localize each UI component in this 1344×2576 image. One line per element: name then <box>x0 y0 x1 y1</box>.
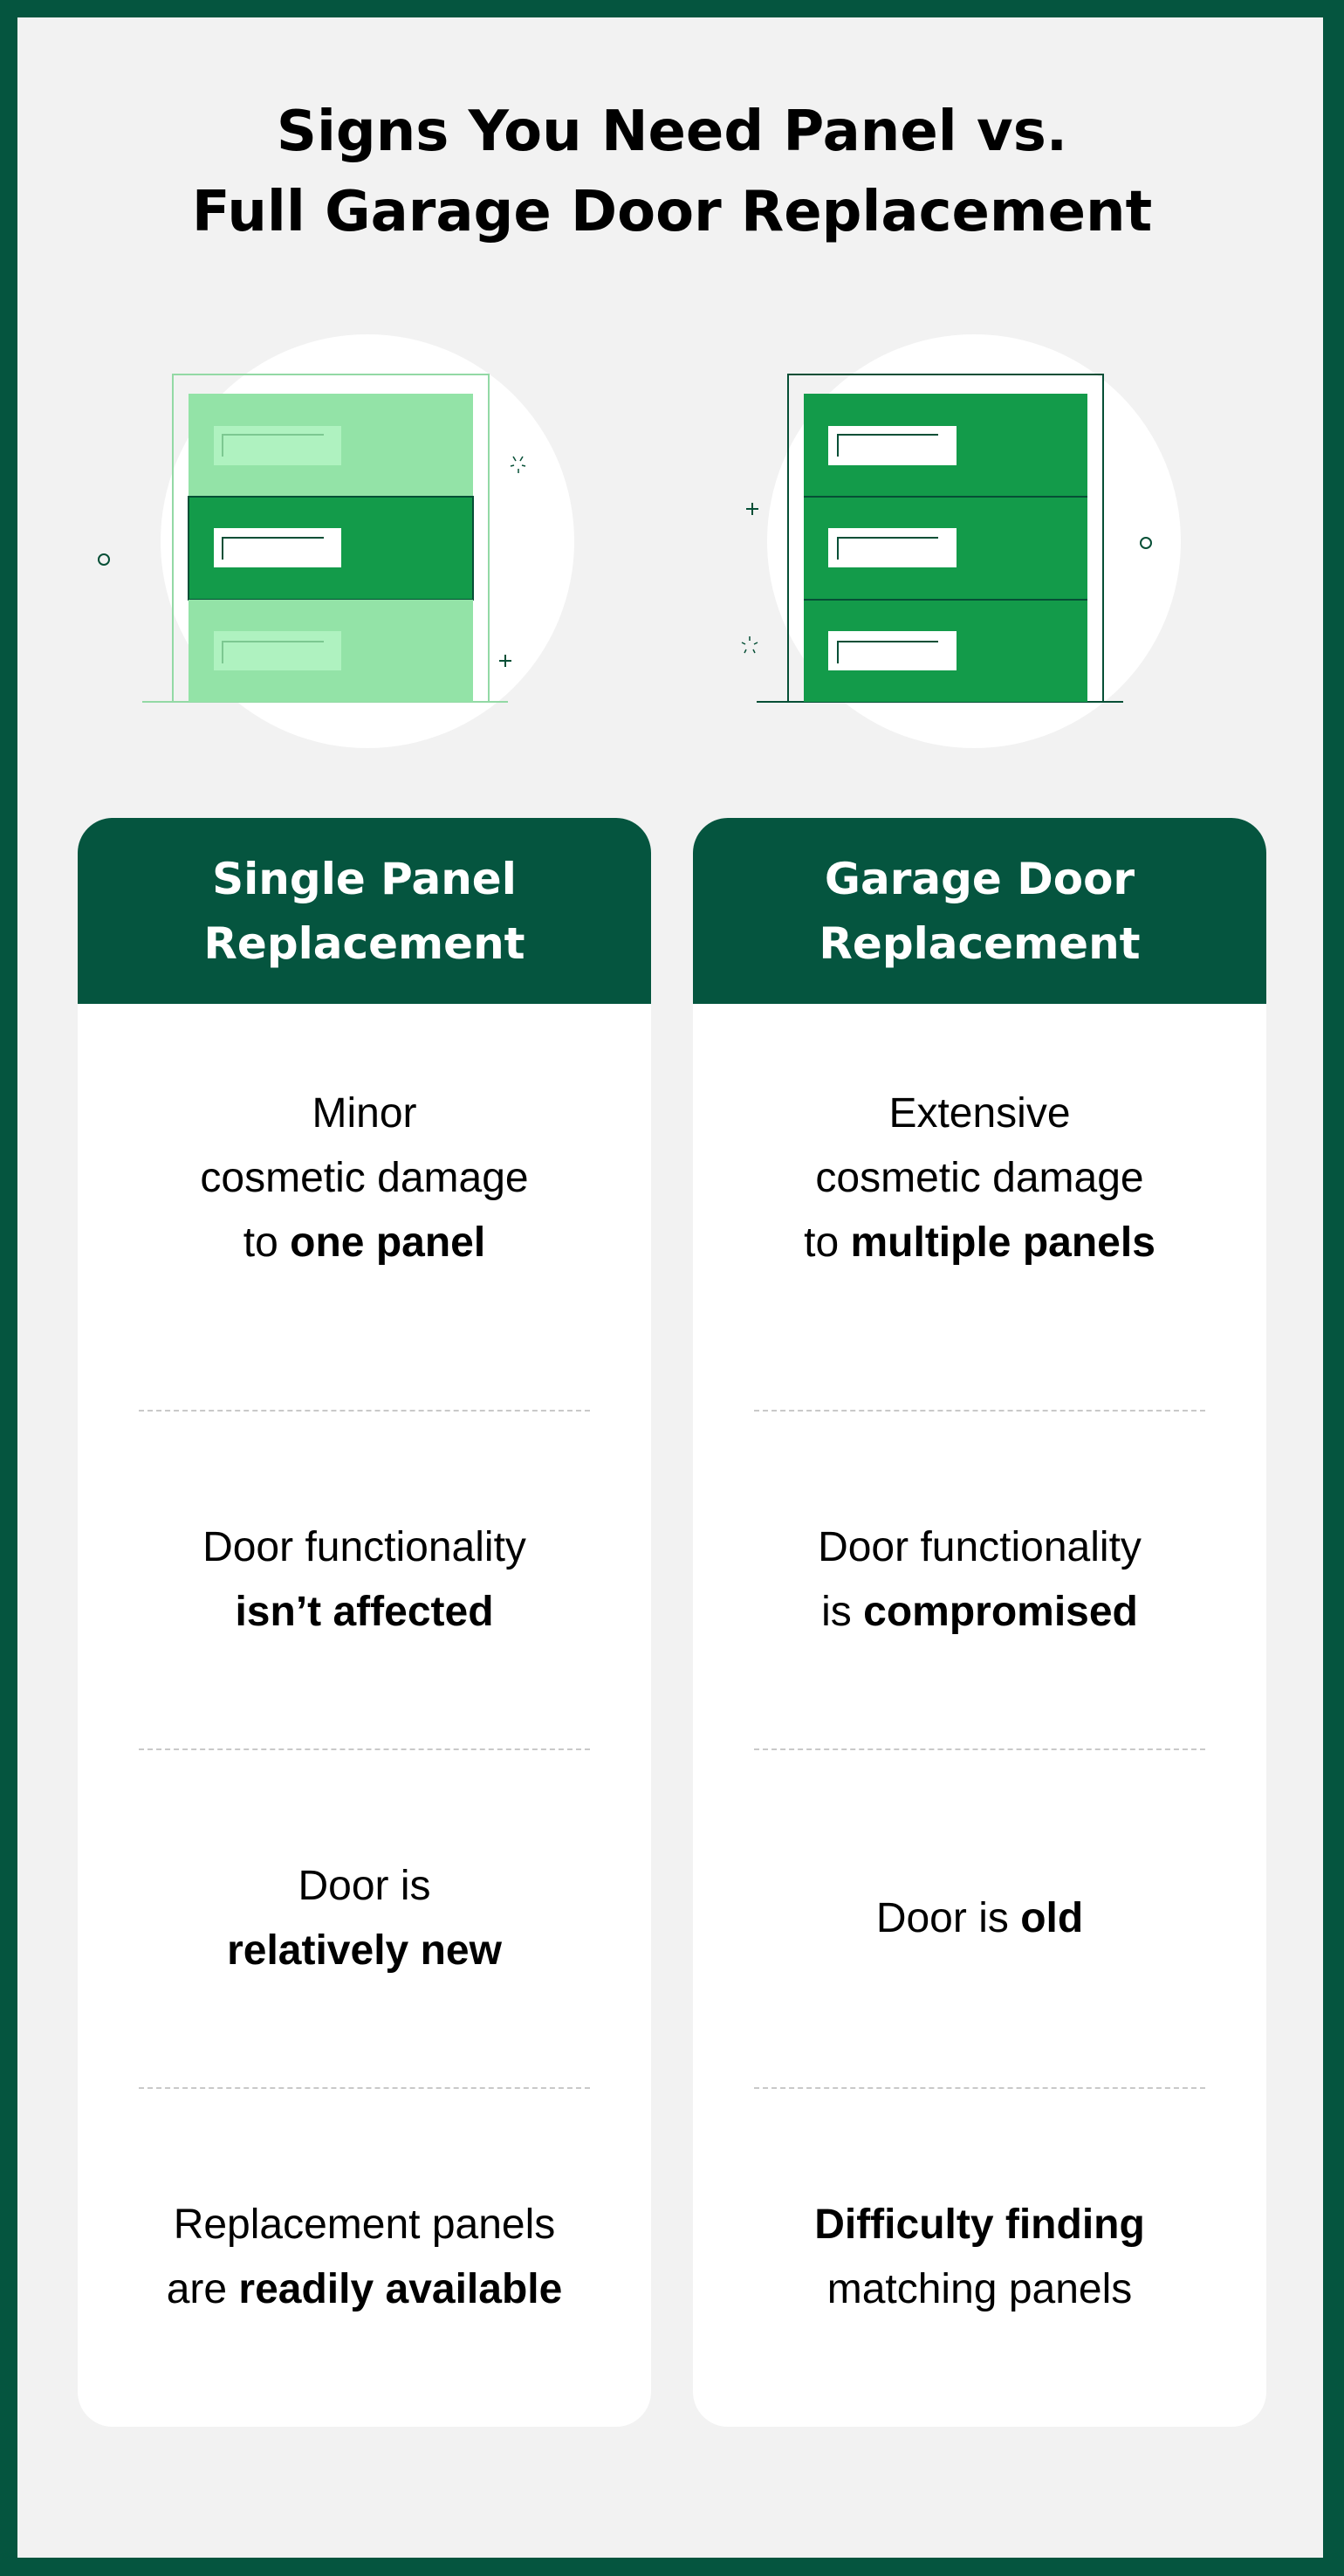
title-line-1: Signs You Need Panel vs. <box>276 100 1068 164</box>
sign-text-line: Extensive <box>693 1082 1266 1146</box>
emphasis-text: one panel <box>290 1219 486 1266</box>
sign-item: Minor cosmetic damage to one panel <box>78 1004 651 1353</box>
body-text: matching panels <box>826 2266 1133 2312</box>
sign-text-line: cosmetic damage <box>78 1146 651 1211</box>
body-text: Door is <box>875 1895 1021 1941</box>
emphasis-text: readily available <box>238 2266 563 2312</box>
card-title-line-2: Replacement <box>819 917 1141 969</box>
emphasis-text: old <box>1020 1895 1084 1941</box>
window-top <box>828 426 957 465</box>
emphasis-text: isn’t affected <box>235 1589 494 1635</box>
emphasis-text: multiple panels <box>850 1219 1155 1266</box>
body-text: to <box>804 1219 851 1266</box>
sign-item: Difficulty finding matching panels <box>693 2088 1266 2427</box>
sign-text-line: Minor <box>78 1082 651 1146</box>
window-bottom <box>828 631 957 670</box>
garage-door-full-icon <box>741 334 1181 748</box>
body-text: is <box>821 1589 864 1635</box>
sign-text-line: Door is old <box>693 1886 1266 1951</box>
emphasis-text: relatively new <box>227 1927 502 1974</box>
body-text: cosmetic damage <box>200 1155 529 1201</box>
full-door-card: Garage Door Replacement Extensive cosmeti… <box>693 818 1266 2427</box>
sign-text-line: Door is <box>78 1854 651 1919</box>
body-text: Minor <box>312 1090 417 1137</box>
sign-text-line: relatively new <box>78 1919 651 1983</box>
sign-text-line: Door functionality <box>693 1515 1266 1580</box>
sign-item: Door is relatively new <box>78 1749 651 2088</box>
sign-text-line: to multiple panels <box>693 1211 1266 1275</box>
card-title-line-1: Garage Door <box>824 853 1135 904</box>
single-panel-card: Single Panel Replacement Minor cosmetic d… <box>78 818 651 2427</box>
body-text: Door is <box>298 1863 431 1909</box>
body-text: Door functionality <box>202 1524 526 1570</box>
card-header: Garage Door Replacement <box>693 818 1266 1004</box>
garage-door-single-panel-icon <box>98 334 574 748</box>
body-text: cosmetic damage <box>815 1155 1144 1201</box>
emphasis-text: compromised <box>863 1589 1138 1635</box>
sign-item: Replacement panels are readily available <box>78 2088 651 2427</box>
sign-text-line: is compromised <box>693 1580 1266 1645</box>
circle-sparkle-icon <box>98 553 110 566</box>
window-bottom <box>214 631 341 670</box>
sign-text-line: are readily available <box>78 2257 651 2322</box>
sign-item: Extensive cosmetic damage to multiple pane… <box>693 1004 1266 1353</box>
sign-text-line: isn’t affected <box>78 1580 651 1645</box>
card-title-line-2: Replacement <box>203 917 525 969</box>
body-text: Door functionality <box>818 1524 1142 1570</box>
card-header: Single Panel Replacement <box>78 818 651 1004</box>
burst-sparkle-icon <box>741 636 758 654</box>
sign-text-line: Replacement panels <box>78 2193 651 2257</box>
sign-item: Door functionality isn’t affected <box>78 1411 651 1749</box>
sign-text-line: cosmetic damage <box>693 1146 1266 1211</box>
window-middle <box>214 528 341 567</box>
card-title-line-1: Single Panel <box>212 853 517 904</box>
page-title: Signs You Need Panel vs. Full Garage Doo… <box>0 92 1344 252</box>
window-top <box>214 426 341 465</box>
sign-item: Door is old <box>693 1749 1266 2088</box>
sign-text-line: matching panels <box>693 2257 1266 2322</box>
emphasis-text: Difficulty finding <box>814 2202 1145 2248</box>
window-middle <box>828 528 957 567</box>
plus-sparkle-icon <box>746 503 758 515</box>
title-line-2: Full Garage Door Replacement <box>191 180 1153 244</box>
sign-item: Door functionality is compromised <box>693 1411 1266 1749</box>
body-text: Extensive <box>888 1090 1071 1137</box>
sign-text-line: Door functionality <box>78 1515 651 1580</box>
sign-text-line: to one panel <box>78 1211 651 1275</box>
body-text: are <box>166 2266 239 2312</box>
body-text: to <box>243 1219 291 1266</box>
sign-text-line: Difficulty finding <box>693 2193 1266 2257</box>
body-text: Replacement panels <box>173 2202 556 2248</box>
